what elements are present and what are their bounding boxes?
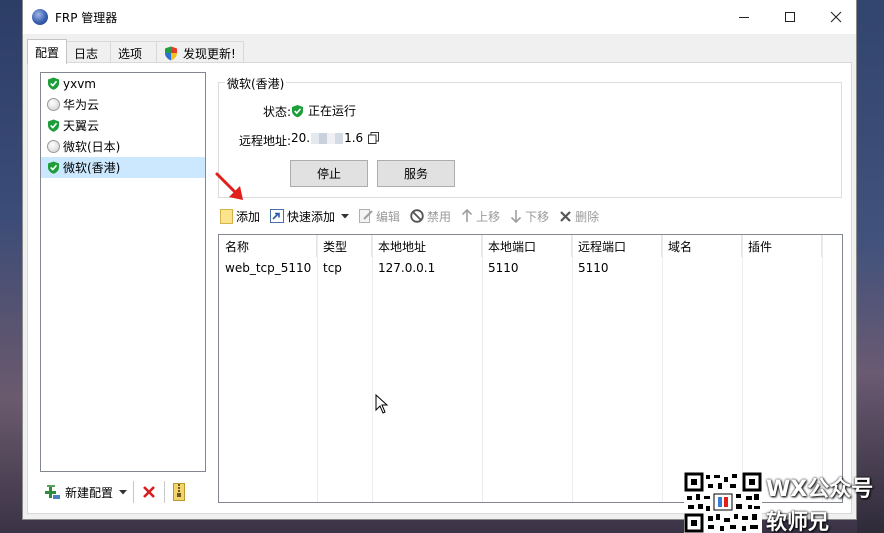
minimize-button[interactable] xyxy=(721,0,767,34)
stop-button[interactable]: 停止 xyxy=(290,160,368,187)
ban-icon xyxy=(410,209,424,223)
delete-config-button[interactable] xyxy=(138,480,160,504)
arrow-down-icon xyxy=(510,209,522,223)
cell-local-ip: 127.0.0.1 xyxy=(378,261,436,275)
column-divider xyxy=(742,235,743,502)
column-header-local-port[interactable]: 本地端口 xyxy=(482,235,572,257)
column-divider xyxy=(372,235,373,502)
new-config-icon xyxy=(45,485,60,499)
column-divider xyxy=(822,235,823,502)
column-header-plugin[interactable]: 插件 xyxy=(742,235,822,257)
column-divider xyxy=(662,235,663,502)
dropdown-arrow-icon xyxy=(119,489,128,494)
arrow-up-icon xyxy=(461,209,473,223)
new-config-button[interactable]: 新建配置 xyxy=(40,480,117,504)
zip-export-button[interactable] xyxy=(169,480,189,504)
maximize-button[interactable] xyxy=(767,0,813,34)
quick-add-button[interactable]: 快速添加 xyxy=(270,208,350,225)
detail-group: 微软(香港) 状态: 正在运行 远程地址: 20. 1.6 停止 服务 xyxy=(218,75,842,198)
edit-icon xyxy=(359,209,373,223)
column-divider xyxy=(317,235,318,502)
desktop-background xyxy=(857,0,884,533)
maximize-icon xyxy=(785,12,795,22)
remote-address-label: 远程地址: xyxy=(238,134,291,148)
config-item-yxvm[interactable]: yxvm xyxy=(41,73,205,94)
frp-manager-window: FRP 管理器 配置 日志 选项 发现更新! yxvm 华为云 天翼云 微软(日… xyxy=(22,0,857,520)
config-item-ms-japan[interactable]: 微软(日本) xyxy=(41,136,205,157)
proxy-toolbar: 添加 快速添加 编辑 禁用 上移 下移 删除 xyxy=(220,205,609,227)
service-button[interactable]: 服务 xyxy=(377,160,455,187)
stopped-circle-icon xyxy=(47,140,60,153)
column-header-remote-port[interactable]: 远程端口 xyxy=(572,235,662,257)
move-up-button[interactable]: 上移 xyxy=(461,208,500,225)
remote-address-value: 20. 1.6 xyxy=(291,131,380,145)
running-shield-icon xyxy=(48,77,59,90)
close-icon xyxy=(830,11,842,23)
watermark-line2: 软师兄 xyxy=(766,510,829,533)
copy-icon[interactable] xyxy=(368,132,380,144)
qr-code-watermark xyxy=(684,472,762,533)
column-header-name[interactable]: 名称 xyxy=(219,235,317,257)
config-item-tianyi[interactable]: 天翼云 xyxy=(41,115,205,136)
app-globe-icon xyxy=(32,9,48,25)
running-shield-icon xyxy=(48,161,59,174)
qr-code-icon xyxy=(684,472,762,533)
column-header-domain[interactable]: 域名 xyxy=(662,235,742,257)
edit-proxy-button[interactable]: 编辑 xyxy=(359,208,400,225)
status-value: 正在运行 xyxy=(291,102,356,119)
cell-name: web_tcp_5110 xyxy=(225,261,312,275)
move-down-button[interactable]: 下移 xyxy=(510,208,549,225)
config-item-ms-hongkong[interactable]: 微软(香港) xyxy=(41,157,205,178)
column-header-type[interactable]: 类型 xyxy=(317,235,372,257)
delete-proxy-button[interactable]: 删除 xyxy=(559,208,599,225)
cell-type: tcp xyxy=(323,261,342,275)
config-item-huawei[interactable]: 华为云 xyxy=(41,94,205,115)
add-proxy-button[interactable]: 添加 xyxy=(220,208,260,225)
shortcut-icon xyxy=(270,209,285,223)
config-tab-panel: yxvm 华为云 天翼云 微软(日本) 微软(香港) 新建配置 微软(香港) 状… xyxy=(27,62,852,514)
config-list[interactable]: yxvm 华为云 天翼云 微软(日本) 微软(香港) xyxy=(40,72,206,472)
proxy-table[interactable]: 名称 类型 本地地址 本地端口 远程端口 域名 插件 web_tcp_5110 … xyxy=(218,234,843,503)
tab-update[interactable]: 发现更新! xyxy=(156,41,244,64)
annotation-arrow-icon xyxy=(215,172,243,200)
tab-log[interactable]: 日志 xyxy=(66,41,112,64)
disable-proxy-button[interactable]: 禁用 xyxy=(410,208,451,225)
cell-remote-port: 5110 xyxy=(578,261,609,275)
watermark-line1: WX公众号 xyxy=(766,477,874,502)
column-divider xyxy=(572,235,573,502)
close-button[interactable] xyxy=(813,0,859,34)
column-header-local-ip[interactable]: 本地地址 xyxy=(372,235,482,257)
minimize-icon xyxy=(739,17,749,18)
dropdown-arrow-icon xyxy=(341,213,350,218)
main-tabs: 配置 日志 选项 发现更新! xyxy=(27,39,244,64)
group-title: 微软(香港) xyxy=(225,75,287,92)
title-bar[interactable]: FRP 管理器 xyxy=(23,0,856,34)
new-folder-icon xyxy=(220,208,233,224)
window-title: FRP 管理器 xyxy=(55,11,118,25)
cell-local-port: 5110 xyxy=(488,261,519,275)
delete-x-icon xyxy=(143,486,155,498)
stopped-circle-icon xyxy=(47,98,60,111)
column-divider xyxy=(482,235,483,502)
status-label: 状态: xyxy=(262,105,291,119)
redacted-mosaic xyxy=(311,132,344,144)
toolbar-separator xyxy=(133,481,135,503)
mouse-cursor-icon xyxy=(375,394,389,414)
uac-shield-icon xyxy=(165,46,178,60)
config-list-toolbar: 新建配置 xyxy=(40,479,189,505)
toolbar-separator xyxy=(164,481,166,503)
running-shield-icon xyxy=(48,119,59,132)
delete-x-icon xyxy=(559,210,572,223)
tab-options[interactable]: 选项 xyxy=(110,41,158,64)
zip-file-icon xyxy=(173,483,186,501)
tab-config[interactable]: 配置 xyxy=(27,39,68,64)
running-shield-icon xyxy=(292,104,303,117)
new-config-dropdown[interactable] xyxy=(117,480,129,504)
